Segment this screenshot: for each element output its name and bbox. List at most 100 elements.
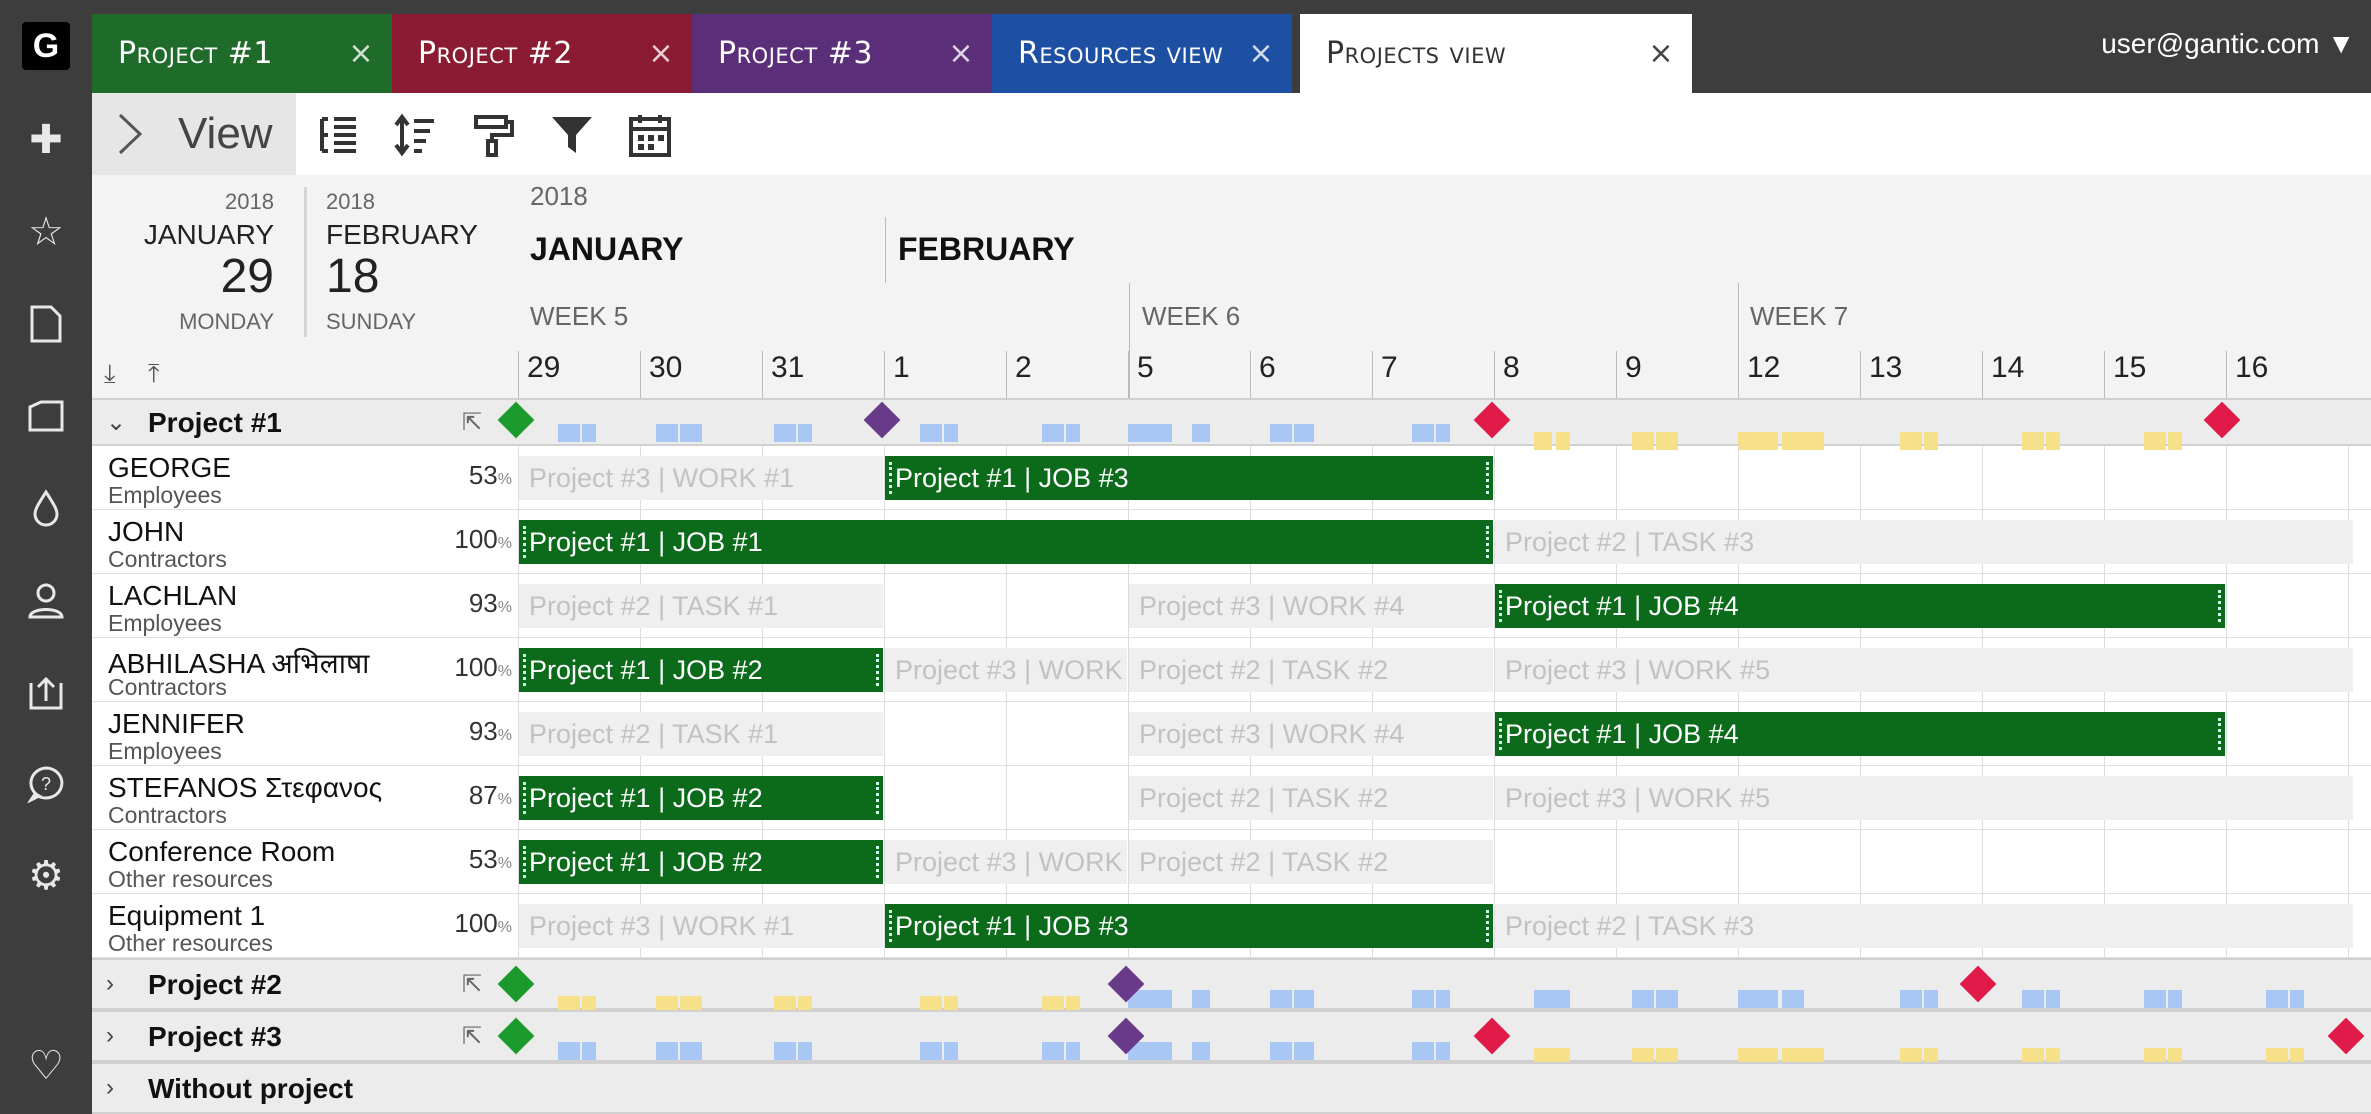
other-project-task[interactable]: Project #3 | WORK #1 xyxy=(519,904,883,948)
day-cell[interactable]: 31 xyxy=(762,351,884,398)
project-name[interactable]: Project #2 xyxy=(148,969,282,1001)
open-external-icon[interactable]: ⇱ xyxy=(462,1022,482,1051)
heart-icon[interactable]: ♡ xyxy=(0,1036,92,1096)
day-cell[interactable]: 1 xyxy=(884,351,1006,398)
start-day[interactable]: 29 xyxy=(221,249,274,304)
other-project-task[interactable]: Project #3 | WORK #1 xyxy=(519,456,883,500)
day-cell[interactable]: 2 xyxy=(1006,351,1128,398)
collapse-all-icon[interactable]: ⤓ xyxy=(104,358,116,390)
expand-all-icon[interactable]: ⤒ xyxy=(148,358,160,390)
resource-name[interactable]: Conference Room xyxy=(108,836,335,868)
sort-icon[interactable] xyxy=(392,111,440,159)
open-external-icon[interactable]: ⇱ xyxy=(462,970,482,999)
project-name[interactable]: Project #1 xyxy=(148,407,282,439)
project-name[interactable]: Project #3 xyxy=(148,1021,282,1053)
help-icon[interactable]: ? xyxy=(0,754,92,814)
other-project-task[interactable]: Project #3 | WORK #4 xyxy=(1129,712,1493,756)
close-icon[interactable]: × xyxy=(1248,36,1274,71)
task-bar[interactable]: Project #1 | JOB #3 xyxy=(885,904,1493,948)
task-bar[interactable]: Project #1 | JOB #1 xyxy=(519,520,1493,564)
day-cell[interactable]: 12 xyxy=(1738,351,1860,398)
start-year: 2018 xyxy=(225,189,274,214)
chevron-right-icon[interactable]: › xyxy=(106,970,114,998)
load-block xyxy=(1738,990,1778,1008)
day-cell[interactable]: 15 xyxy=(2104,351,2226,398)
resource-utilization: 53% xyxy=(469,460,512,491)
other-project-task[interactable]: Project #2 | TASK #3 xyxy=(1495,520,2353,564)
resource-utilization: 93% xyxy=(469,588,512,619)
star-icon[interactable]: ☆ xyxy=(0,202,92,262)
project-name[interactable]: Without project xyxy=(148,1073,353,1105)
other-project-task[interactable]: Project #2 | TASK #1 xyxy=(519,584,883,628)
close-icon[interactable]: × xyxy=(648,36,674,71)
tab-projects-view[interactable]: Projects view × xyxy=(1300,14,1692,93)
tab-project-3[interactable]: Project #3 × xyxy=(692,14,992,93)
resource-group: Contractors xyxy=(108,802,227,828)
tab-resources-view[interactable]: Resources view × xyxy=(992,14,1292,93)
settings-gear-icon[interactable]: ⚙ xyxy=(0,846,92,906)
chevron-right-icon[interactable]: › xyxy=(106,1074,114,1102)
resource-name[interactable]: JENNIFER xyxy=(108,708,245,740)
other-project-task[interactable]: Project #3 | WORK xyxy=(885,648,1127,692)
day-cell[interactable]: 5 xyxy=(1128,351,1250,398)
task-bar[interactable]: Project #1 | JOB #2 xyxy=(519,776,883,820)
other-project-task[interactable]: Project #3 | WORK #4 xyxy=(1129,584,1493,628)
task-bar[interactable]: Project #1 | JOB #3 xyxy=(885,456,1493,500)
close-icon[interactable]: × xyxy=(1648,36,1674,71)
tab-label: Resources view xyxy=(1018,36,1224,71)
folder-icon[interactable] xyxy=(0,386,92,446)
task-bar[interactable]: Project #1 | JOB #2 xyxy=(519,840,883,884)
other-project-task[interactable]: Project #2 | TASK #1 xyxy=(519,712,883,756)
task-bar[interactable]: Project #1 | JOB #2 xyxy=(519,648,883,692)
resource-name[interactable]: JOHN xyxy=(108,516,184,548)
drop-icon[interactable] xyxy=(0,478,92,538)
tab-label: Project #2 xyxy=(418,36,573,71)
resource-name[interactable]: LACHLAN xyxy=(108,580,237,612)
day-cell[interactable]: 30 xyxy=(640,351,762,398)
tab-project-2[interactable]: Project #2 × xyxy=(392,14,692,93)
resource-name[interactable]: GEORGE xyxy=(108,452,231,484)
calendar-icon[interactable] xyxy=(626,111,674,159)
tree-list-icon[interactable] xyxy=(314,111,362,159)
task-bar[interactable]: Project #1 | JOB #4 xyxy=(1495,712,2225,756)
day-cell[interactable]: 9 xyxy=(1616,351,1738,398)
task-bar[interactable]: Project #1 | JOB #4 xyxy=(1495,584,2225,628)
paint-roller-icon[interactable] xyxy=(470,111,518,159)
day-cell[interactable]: 13 xyxy=(1860,351,1982,398)
other-project-task[interactable]: Project #3 | WORK #5 xyxy=(1495,648,2353,692)
day-cell[interactable]: 14 xyxy=(1982,351,2104,398)
other-project-task[interactable]: Project #2 | TASK #2 xyxy=(1129,776,1493,820)
resource-name[interactable]: Equipment 1 xyxy=(108,900,265,932)
chevron-right-icon[interactable]: › xyxy=(106,1022,114,1050)
user-menu[interactable]: user@gantic.com ▼ xyxy=(2101,28,2355,60)
resource-utilization: 93% xyxy=(469,716,512,747)
day-cell[interactable]: 7 xyxy=(1372,351,1494,398)
close-icon[interactable]: × xyxy=(348,36,374,71)
other-project-task[interactable]: Project #2 | TASK #3 xyxy=(1495,904,2353,948)
percent-sign: % xyxy=(497,727,512,744)
other-project-task[interactable]: Project #3 | WORK xyxy=(885,840,1127,884)
close-icon[interactable]: × xyxy=(948,36,974,71)
day-cell[interactable]: 29 xyxy=(518,351,640,398)
day-cell[interactable]: 6 xyxy=(1250,351,1372,398)
utilization-value: 100 xyxy=(454,524,498,554)
day-cell[interactable]: 8 xyxy=(1494,351,1616,398)
view-button[interactable]: View xyxy=(92,93,296,175)
other-project-task[interactable]: Project #2 | TASK #2 xyxy=(1129,840,1493,884)
open-external-icon[interactable]: ⇱ xyxy=(462,408,482,437)
other-project-task[interactable]: Project #2 | TASK #2 xyxy=(1129,648,1493,692)
filter-icon[interactable] xyxy=(548,111,596,159)
gantic-logo[interactable]: G xyxy=(22,22,70,70)
tab-project-1[interactable]: Project #1 × xyxy=(92,14,392,93)
project-row[interactable]: › Without project xyxy=(92,1062,2371,1114)
chevron-down-icon[interactable]: ⌄ xyxy=(106,408,126,437)
add-icon[interactable]: ✚ xyxy=(0,110,92,170)
load-block xyxy=(2290,990,2304,1008)
user-icon[interactable] xyxy=(0,570,92,630)
upload-icon[interactable] xyxy=(0,662,92,722)
document-icon[interactable] xyxy=(0,294,92,354)
other-project-task[interactable]: Project #3 | WORK #5 xyxy=(1495,776,2353,820)
resource-name[interactable]: STEFANOS Στεφανος xyxy=(108,772,382,804)
day-cell[interactable]: 16 xyxy=(2226,351,2348,398)
end-day[interactable]: 18 xyxy=(326,249,379,304)
